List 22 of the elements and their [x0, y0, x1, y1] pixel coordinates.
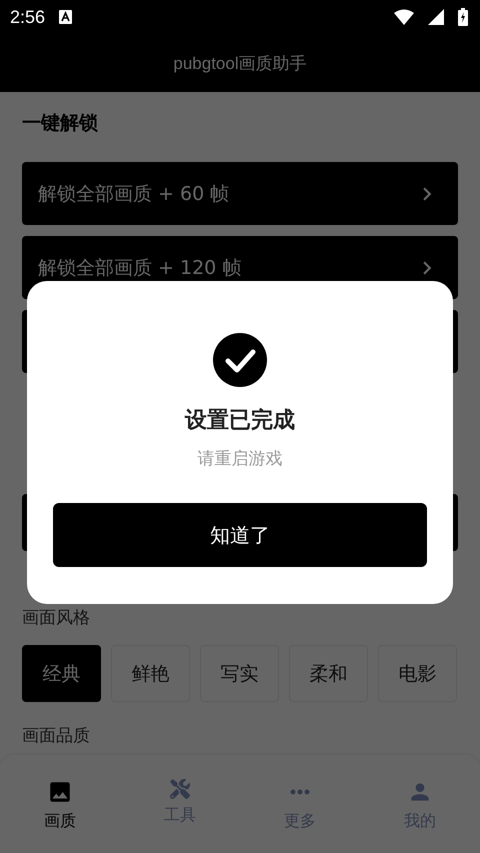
dialog-message: 请重启游戏	[198, 448, 282, 470]
section-heading: 一键解锁	[22, 111, 98, 136]
style-chip[interactable]: 柔和	[289, 645, 368, 702]
dialog-title: 设置已完成	[185, 407, 295, 435]
battery-icon	[458, 8, 468, 26]
wifi-icon	[394, 9, 414, 25]
section-label: 画面品质	[22, 725, 90, 747]
app-title: pubgtool画质助手	[173, 52, 307, 74]
style-chip[interactable]: 鲜艳	[111, 645, 190, 702]
signal-icon	[428, 9, 444, 25]
unlock-option[interactable]: 解锁全部画质 + 60 帧	[22, 162, 458, 225]
style-chip[interactable]: 经典	[22, 645, 101, 702]
more-icon	[290, 789, 310, 795]
style-chip[interactable]: 电影	[378, 645, 457, 702]
style-chip[interactable]: 写实	[200, 645, 279, 702]
status-time: 2:56	[10, 6, 46, 28]
check-icon	[213, 333, 267, 387]
section-label: 画面风格	[22, 607, 90, 629]
confirm-button[interactable]: 知道了	[53, 503, 427, 567]
nav-tab[interactable]: 画质	[0, 779, 120, 853]
notification-icon	[59, 10, 72, 24]
tools-icon	[170, 779, 190, 799]
